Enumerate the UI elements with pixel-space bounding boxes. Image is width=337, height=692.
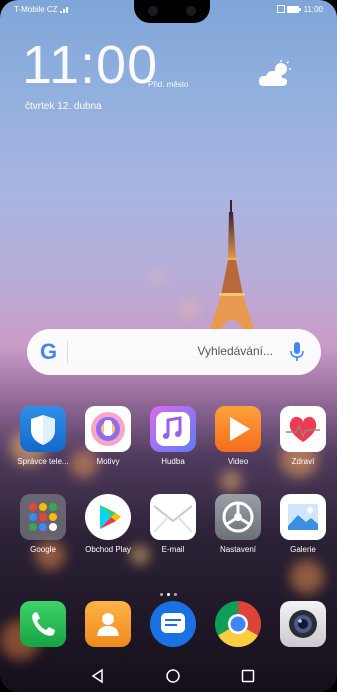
app-label: E-mail xyxy=(161,545,185,554)
brush-icon xyxy=(85,406,131,452)
google-search-bar[interactable]: G Vyhledávání... xyxy=(27,329,321,375)
clock-date: čtvrtek 12. dubna xyxy=(25,101,102,112)
folder-icon xyxy=(20,494,66,540)
clock-city: Přid. město xyxy=(148,80,189,89)
app-themes[interactable]: Motivy xyxy=(76,406,140,466)
signal-icon xyxy=(59,7,68,13)
music-note-icon xyxy=(150,406,196,452)
app-label: Google xyxy=(30,545,56,554)
app-label: Nastavení xyxy=(219,545,257,554)
app-music[interactable]: Hudba xyxy=(141,406,205,466)
bokeh-light xyxy=(150,270,164,284)
app-label: Galerie xyxy=(290,545,316,554)
play-store-icon xyxy=(85,494,131,540)
app-label: Obchod Play xyxy=(85,545,131,554)
bokeh-light xyxy=(180,300,198,318)
app-health[interactable]: Zdraví xyxy=(271,406,335,466)
front-sensor xyxy=(186,6,196,16)
clock-widget[interactable]: 11:00 xyxy=(22,38,158,92)
app-label: Video xyxy=(227,457,249,466)
status-right: 11:00 xyxy=(277,5,323,14)
app-gallery[interactable]: Galerie xyxy=(271,494,335,554)
search-input[interactable]: Vyhledávání... xyxy=(197,344,273,358)
dock-camera[interactable] xyxy=(271,601,335,647)
home-icon[interactable] xyxy=(165,668,181,684)
app-play-store[interactable]: Obchod Play xyxy=(76,494,140,554)
home-screen: T-Mobile CZ 11:00 11:00 Přid. město čtvr… xyxy=(0,0,337,692)
bokeh-light xyxy=(220,470,242,492)
camera-icon xyxy=(280,601,326,647)
recents-icon[interactable] xyxy=(240,668,256,684)
folder-google[interactable]: Google xyxy=(11,494,75,554)
shield-icon xyxy=(20,406,66,452)
dock-phone[interactable] xyxy=(11,601,75,647)
chrome-icon xyxy=(215,601,261,647)
dock-messages[interactable] xyxy=(141,601,205,647)
heart-icon xyxy=(280,406,326,452)
status-carrier: T-Mobile CZ xyxy=(14,5,70,14)
nfc-icon xyxy=(277,5,286,13)
app-label: Správce tele... xyxy=(17,457,69,466)
partly-cloudy-icon[interactable] xyxy=(258,60,294,88)
contacts-icon xyxy=(85,601,131,647)
search-divider xyxy=(67,341,68,363)
page-dot[interactable] xyxy=(174,593,177,596)
phone-icon xyxy=(20,601,66,647)
app-settings[interactable]: Nastavení xyxy=(206,494,270,554)
app-phone-manager[interactable]: Správce tele... xyxy=(11,406,75,466)
play-icon xyxy=(215,406,261,452)
gallery-icon xyxy=(280,494,326,540)
app-label: Hudba xyxy=(161,457,185,466)
page-dot[interactable] xyxy=(160,593,163,596)
envelope-icon xyxy=(150,494,196,540)
app-label: Motivy xyxy=(96,457,120,466)
google-logo: G xyxy=(40,339,58,364)
app-label: Zdraví xyxy=(291,457,315,466)
app-video[interactable]: Video xyxy=(206,406,270,466)
messages-icon xyxy=(150,601,196,647)
microphone-icon[interactable] xyxy=(289,341,305,363)
page-indicator xyxy=(158,581,179,600)
front-camera xyxy=(148,6,158,16)
gear-icon xyxy=(215,494,261,540)
battery-icon xyxy=(287,6,302,13)
dock-contacts[interactable] xyxy=(76,601,140,647)
page-dot-active[interactable] xyxy=(167,593,170,596)
camera-notch xyxy=(134,0,210,23)
bokeh-light xyxy=(290,560,324,594)
dock-chrome[interactable] xyxy=(206,601,270,647)
eiffel-tower-image xyxy=(209,200,255,332)
back-icon[interactable] xyxy=(90,668,106,684)
app-email[interactable]: E-mail xyxy=(141,494,205,554)
